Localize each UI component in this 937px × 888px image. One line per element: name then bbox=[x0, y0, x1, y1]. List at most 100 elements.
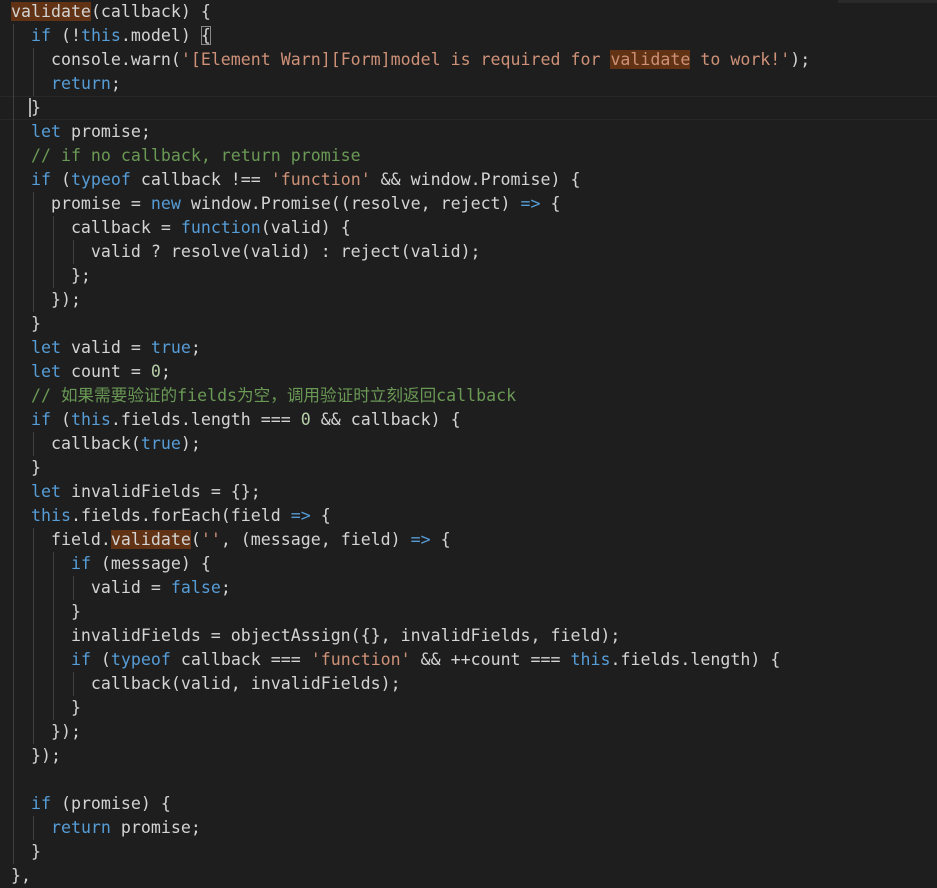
code-token: 0 bbox=[150, 362, 161, 381]
code-token: } bbox=[11, 314, 41, 333]
code-token: typeof bbox=[70, 170, 131, 189]
code-line[interactable]: let valid = true; bbox=[11, 336, 201, 360]
code-token: if bbox=[70, 554, 91, 573]
code-token: => bbox=[410, 530, 431, 549]
code-line[interactable]: } bbox=[11, 840, 41, 864]
code-token: this bbox=[70, 410, 111, 429]
code-token: .fields.length === bbox=[110, 410, 301, 429]
code-line[interactable]: let invalidFields = {}; bbox=[11, 480, 261, 504]
code-line[interactable]: promise = new window.Promise((resolve, r… bbox=[11, 192, 561, 216]
code-line[interactable]: }; bbox=[11, 264, 91, 288]
code-token: ( bbox=[90, 650, 111, 669]
code-token: callback(valid, invalidFields); bbox=[11, 674, 401, 693]
code-line[interactable]: }); bbox=[11, 744, 61, 768]
code-token: '' bbox=[200, 530, 221, 549]
code-line[interactable]: } bbox=[11, 600, 81, 624]
code-token: => bbox=[520, 194, 541, 213]
code-line[interactable]: callback(valid, invalidFields); bbox=[11, 672, 401, 696]
code-line[interactable]: callback = function(valid) { bbox=[11, 216, 351, 240]
code-line[interactable]: if (typeof callback === 'function' && ++… bbox=[11, 648, 780, 672]
code-token: validate bbox=[11, 2, 91, 21]
code-token: new bbox=[150, 194, 181, 213]
code-token: } bbox=[28, 98, 41, 117]
code-line[interactable]: valid ? resolve(valid) : reject(valid); bbox=[11, 240, 481, 264]
code-line[interactable]: // if no callback, return promise bbox=[11, 144, 361, 168]
code-line[interactable]: let count = 0; bbox=[11, 360, 171, 384]
code-line[interactable]: callback(true); bbox=[11, 432, 201, 456]
code-token: return bbox=[50, 818, 111, 837]
code-token: (promise) { bbox=[50, 794, 171, 813]
code-token: valid ? resolve(valid) : reject(valid); bbox=[11, 242, 481, 261]
code-token: console.warn( bbox=[11, 50, 181, 69]
code-token: field. bbox=[11, 530, 111, 549]
code-line[interactable]: this.fields.forEach(field => { bbox=[11, 504, 331, 528]
code-line[interactable]: return promise; bbox=[11, 816, 201, 840]
code-token: ; bbox=[110, 74, 121, 93]
code-line[interactable]: invalidFields = objectAssign({}, invalid… bbox=[11, 624, 620, 648]
code-token: ( bbox=[50, 170, 71, 189]
code-token: } bbox=[11, 842, 41, 861]
code-token: callback === bbox=[170, 650, 311, 669]
code-line[interactable]: return; bbox=[11, 72, 121, 96]
code-token: this bbox=[30, 506, 71, 525]
code-token: (valid) { bbox=[260, 218, 351, 237]
current-line-highlight bbox=[0, 96, 937, 120]
code-editor[interactable]: validate(callback) { if (!this.model) { … bbox=[0, 0, 937, 888]
code-line[interactable]: }); bbox=[11, 720, 81, 744]
code-line[interactable]: }); bbox=[11, 288, 81, 312]
code-line[interactable]: }, bbox=[11, 864, 31, 888]
code-token: if bbox=[30, 26, 51, 45]
code-token: valid = bbox=[60, 338, 151, 357]
editor-top-bar bbox=[838, 0, 937, 3]
code-line[interactable]: if (typeof callback !== 'function' && wi… bbox=[11, 168, 581, 192]
code-line[interactable]: } bbox=[11, 96, 41, 120]
code-line[interactable]: } bbox=[11, 456, 41, 480]
code-token: let bbox=[30, 482, 61, 501]
code-token: true bbox=[140, 434, 181, 453]
code-token: 'function' bbox=[270, 170, 371, 189]
code-token: 'function' bbox=[310, 650, 411, 669]
code-line[interactable]: validate(callback) { bbox=[11, 0, 211, 24]
code-token: let bbox=[30, 362, 61, 381]
code-token: && ++count === bbox=[410, 650, 571, 669]
code-token: { bbox=[200, 26, 211, 45]
code-line[interactable]: } bbox=[11, 312, 41, 336]
code-line[interactable]: valid = false; bbox=[11, 576, 231, 600]
code-token: let bbox=[30, 338, 61, 357]
code-token: if bbox=[70, 650, 91, 669]
code-token: { bbox=[310, 506, 331, 525]
code-line[interactable]: if (!this.model) { bbox=[11, 24, 211, 48]
code-token: ; bbox=[190, 338, 201, 357]
code-token: }); bbox=[11, 746, 61, 765]
code-token: true bbox=[150, 338, 191, 357]
code-line[interactable]: if (promise) { bbox=[11, 792, 171, 816]
code-token: promise; bbox=[60, 122, 151, 141]
code-token: { bbox=[540, 194, 561, 213]
code-token: } bbox=[11, 602, 81, 621]
code-token: promise; bbox=[110, 818, 201, 837]
code-line[interactable]: console.warn('[Element Warn][Form]model … bbox=[11, 48, 810, 72]
code-line[interactable]: } bbox=[11, 696, 81, 720]
code-token: ); bbox=[180, 434, 201, 453]
code-token: }, bbox=[11, 866, 31, 885]
code-token: }); bbox=[11, 290, 81, 309]
code-token: '[Element Warn][Form]model is required f… bbox=[180, 50, 611, 69]
code-token: ( bbox=[190, 530, 201, 549]
code-line[interactable]: // 如果需要验证的fields为空，调用验证时立刻返回callback bbox=[11, 384, 516, 408]
code-token: callback !== bbox=[130, 170, 271, 189]
code-line[interactable]: let promise; bbox=[11, 120, 151, 144]
code-token: promise = bbox=[11, 194, 151, 213]
code-line[interactable]: if (this.fields.length === 0 && callback… bbox=[11, 408, 461, 432]
code-token: typeof bbox=[110, 650, 171, 669]
code-line[interactable]: if (message) { bbox=[11, 552, 211, 576]
code-line[interactable]: field.validate('', (message, field) => { bbox=[11, 528, 451, 552]
code-token: (message) { bbox=[90, 554, 211, 573]
